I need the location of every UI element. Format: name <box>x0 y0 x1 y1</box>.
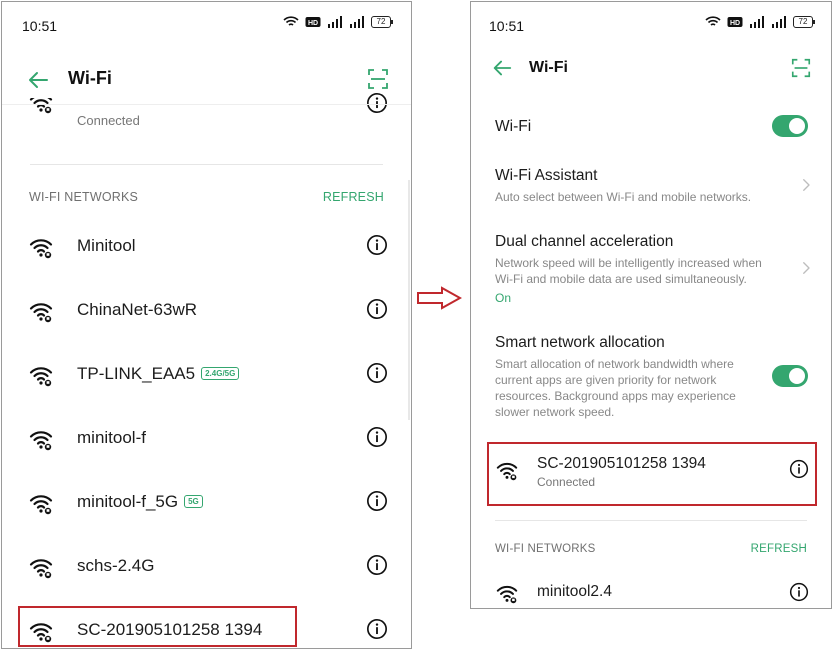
left-screenshot: 10:51 HD 72 Wi-Fi Connected WI-FI NETWOR… <box>1 1 412 649</box>
info-icon[interactable] <box>366 362 388 384</box>
info-icon[interactable] <box>366 426 388 448</box>
back-arrow-icon[interactable] <box>26 68 50 92</box>
wifi-icon <box>29 235 53 259</box>
connected-network-row-partial[interactable]: Connected <box>2 94 411 142</box>
chevron-right-icon <box>797 259 815 277</box>
svg-text:HD: HD <box>308 20 318 27</box>
signal-icon-2 <box>350 16 364 28</box>
smart-network-row: Smart network allocation Smart allocatio… <box>495 334 765 420</box>
network-row[interactable]: TP-LINK_EAA5 2.4G/5G <box>2 342 411 406</box>
smart-network-line: resources. Background apps may experienc… <box>495 389 736 403</box>
status-bar: 10:51 HD 72 <box>2 2 411 46</box>
hd-icon: HD <box>305 17 321 27</box>
signal-icon-2 <box>772 16 786 28</box>
smart-network-line: current apps are given priority for netw… <box>495 373 717 387</box>
info-icon[interactable] <box>366 618 388 640</box>
dual-channel-state: On <box>495 291 512 305</box>
network-row[interactable]: Minitool <box>2 214 411 278</box>
smart-network-line: slower network speed. <box>495 405 615 419</box>
refresh-button[interactable]: REFRESH <box>751 543 807 555</box>
network-row[interactable]: schs-2.4G <box>2 534 411 598</box>
status-icons: HD 72 <box>283 16 393 28</box>
band-badge: 5G <box>184 495 203 508</box>
wifi-icon <box>29 491 53 515</box>
wifi-icon <box>29 299 53 323</box>
info-icon[interactable] <box>366 234 388 256</box>
dual-channel-title: Dual channel acceleration <box>495 233 674 250</box>
wifi-toggle-row: Wi-Fi <box>495 118 531 136</box>
info-icon[interactable] <box>789 582 809 602</box>
band-badge: 2.4G/5G <box>201 367 240 380</box>
status-time: 10:51 <box>489 18 525 34</box>
wifi-assistant-title: Wi-Fi Assistant <box>495 167 598 184</box>
signal-icon <box>328 16 342 28</box>
smart-network-line: Smart allocation of network bandwidth wh… <box>495 357 734 371</box>
network-ssid: minitool2.4 <box>537 583 612 600</box>
network-ssid-text: minitool-f_5G <box>77 492 179 511</box>
wifi-icon <box>29 98 53 114</box>
dual-channel-row[interactable]: Dual channel acceleration Network speed … <box>495 233 785 305</box>
wifi-icon <box>29 555 53 579</box>
wifi-status-icon <box>283 16 299 26</box>
highlight-box <box>487 442 817 506</box>
status-icons: HD 72 <box>705 16 815 28</box>
network-row[interactable]: minitool-f <box>2 406 411 470</box>
highlight-box <box>18 606 297 647</box>
page-title: Wi-Fi <box>529 59 568 76</box>
battery-icon: 72 <box>793 16 815 28</box>
divider <box>30 164 383 165</box>
right-screenshot: 10:51 HD 72 Wi-Fi Wi-Fi Wi-Fi Assistant … <box>470 1 832 609</box>
app-bar-divider <box>2 104 411 105</box>
dual-channel-subtitle: Network speed will be intelligently incr… <box>495 255 785 287</box>
hd-icon: HD <box>727 17 743 27</box>
arrow-right-icon <box>417 286 462 310</box>
scan-icon[interactable] <box>366 67 390 91</box>
section-title: WI-FI NETWORKS <box>29 190 139 204</box>
network-ssid: ChinaNet-63wR <box>77 300 197 319</box>
network-ssid: Minitool <box>77 236 136 255</box>
network-ssid: schs-2.4G <box>77 556 155 575</box>
connected-status: Connected <box>77 113 140 128</box>
divider <box>495 520 807 521</box>
info-icon[interactable] <box>366 298 388 320</box>
wifi-assistant-row[interactable]: Wi-Fi Assistant Auto select between Wi-F… <box>495 167 785 205</box>
dual-channel-subtitle-line: Network speed will be intelligently incr… <box>495 256 762 270</box>
network-ssid: minitool-f_5G 5G <box>77 492 203 512</box>
scrollbar[interactable] <box>408 180 410 420</box>
refresh-button[interactable]: REFRESH <box>323 190 384 204</box>
network-row[interactable]: ChinaNet-63wR <box>2 278 411 342</box>
toggle-knob <box>789 368 805 384</box>
network-ssid: minitool-f <box>77 428 146 447</box>
network-ssid: TP-LINK_EAA5 2.4G/5G <box>77 364 240 384</box>
wifi-status-icon <box>705 16 721 26</box>
smart-network-toggle[interactable] <box>772 365 808 387</box>
info-icon[interactable] <box>366 92 388 114</box>
chevron-right-icon <box>797 176 815 194</box>
signal-icon <box>750 16 764 28</box>
scan-icon[interactable] <box>790 57 812 79</box>
wifi-toggle[interactable] <box>772 115 808 137</box>
dual-channel-subtitle-line: Wi-Fi and mobile data are used simultane… <box>495 272 747 286</box>
section-title: WI-FI NETWORKS <box>495 543 596 555</box>
wifi-icon <box>29 363 53 387</box>
wifi-toggle-label: Wi-Fi <box>495 118 532 135</box>
network-row[interactable]: minitool-f_5G 5G <box>2 470 411 534</box>
svg-text:HD: HD <box>730 20 740 27</box>
back-arrow-icon[interactable] <box>491 57 513 79</box>
network-row[interactable]: minitool2.4 <box>471 568 831 609</box>
wifi-assistant-subtitle: Auto select between Wi-Fi and mobile net… <box>495 190 752 204</box>
page-title: Wi-Fi <box>68 68 112 88</box>
status-time: 10:51 <box>22 18 58 34</box>
wifi-icon <box>496 582 518 604</box>
battery-icon: 72 <box>371 16 393 28</box>
info-icon[interactable] <box>366 490 388 512</box>
smart-network-subtitle: Smart allocation of network bandwidth wh… <box>495 356 765 420</box>
info-icon[interactable] <box>366 554 388 576</box>
smart-network-title: Smart network allocation <box>495 334 665 351</box>
wifi-icon <box>29 427 53 451</box>
toggle-knob <box>789 118 805 134</box>
network-ssid-text: TP-LINK_EAA5 <box>77 364 196 383</box>
status-bar: 10:51 HD 72 <box>471 2 831 46</box>
